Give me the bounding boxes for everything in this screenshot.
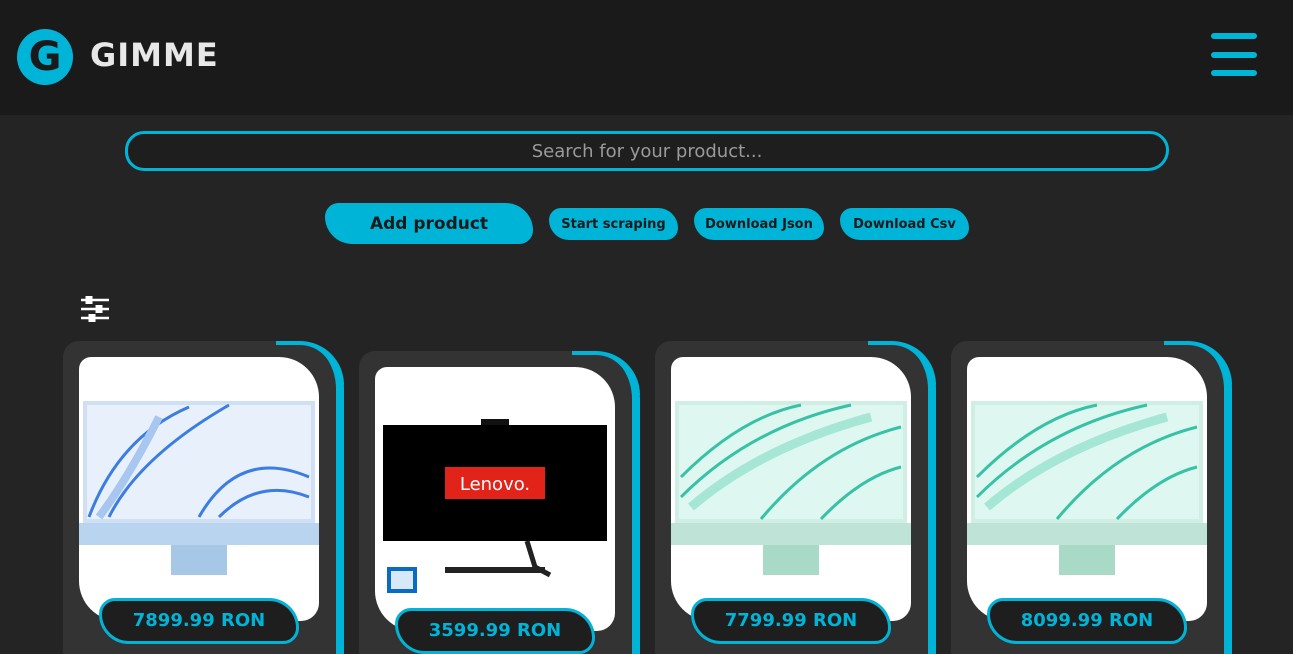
imac-blue-image bbox=[79, 401, 319, 575]
product-card[interactable]: 7799.99 RON bbox=[655, 341, 936, 654]
start-scraping-button[interactable]: Start scraping bbox=[549, 208, 678, 240]
search-input[interactable] bbox=[125, 131, 1169, 171]
download-json-button[interactable]: Download Json bbox=[694, 208, 824, 240]
hamburger-menu-icon[interactable] bbox=[1211, 33, 1257, 77]
app-name[interactable]: GIMME bbox=[90, 36, 219, 74]
top-header: G GIMME bbox=[0, 0, 1293, 115]
add-product-button[interactable]: Add product bbox=[325, 203, 533, 244]
lenovo-all-in-one-image: Lenovo. bbox=[383, 419, 607, 593]
product-image[interactable]: Lenovo. bbox=[375, 367, 615, 631]
product-card[interactable]: 7899.99 RON bbox=[63, 341, 344, 654]
product-image[interactable] bbox=[967, 357, 1207, 621]
product-card[interactable]: Lenovo. 3599.99 RON bbox=[359, 351, 640, 654]
imac-green-image bbox=[671, 401, 911, 575]
product-price: 8099.99 RON bbox=[987, 598, 1187, 644]
product-price: 7899.99 RON bbox=[99, 598, 299, 644]
logo-icon[interactable]: G bbox=[17, 29, 73, 85]
lenovo-logo: Lenovo. bbox=[460, 474, 530, 495]
imac-green-image bbox=[967, 401, 1207, 575]
product-price: 7799.99 RON bbox=[691, 598, 891, 644]
product-image[interactable] bbox=[79, 357, 319, 621]
download-csv-button[interactable]: Download Csv bbox=[840, 208, 969, 240]
product-card[interactable]: 8099.99 RON bbox=[951, 341, 1232, 654]
filter-sliders-icon[interactable] bbox=[80, 295, 110, 323]
product-price: 3599.99 RON bbox=[395, 608, 595, 654]
product-image[interactable] bbox=[671, 357, 911, 621]
